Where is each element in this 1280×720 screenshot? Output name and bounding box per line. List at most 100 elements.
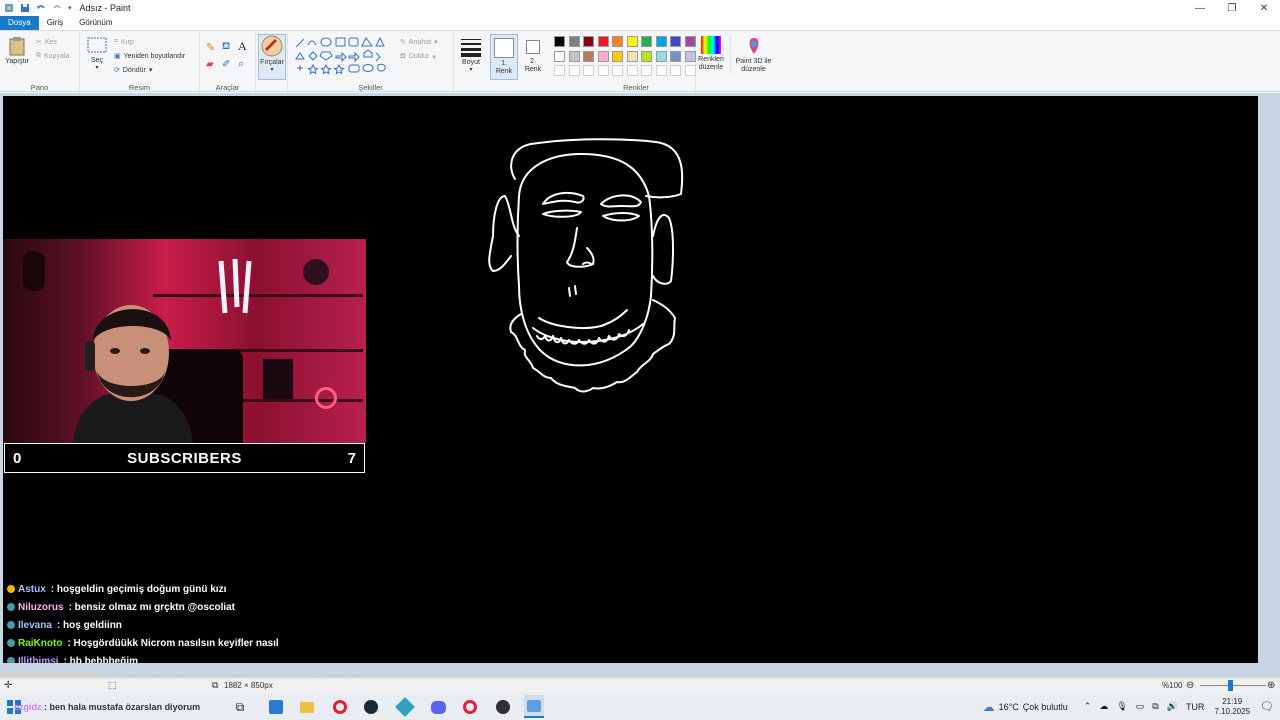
taskbar-paint[interactable] (524, 695, 544, 718)
palette-empty-swatch[interactable] (670, 65, 681, 76)
notifications-icon[interactable]: 🗨 (1260, 700, 1274, 713)
palette-swatch[interactable] (655, 50, 667, 62)
undo-icon[interactable] (36, 3, 46, 13)
paint3d-button[interactable]: Paint 3D ile düzenle (730, 36, 776, 74)
shapes-gallery-icon[interactable] (294, 37, 396, 75)
tools-group: ✎ ⛾ A ▰ ✐ ⌕ Araçlar (200, 31, 256, 93)
palette-swatch[interactable] (583, 50, 594, 62)
language-indicator[interactable]: TUR (1186, 702, 1205, 712)
microphone-icon[interactable]: 🎙 (1116, 701, 1127, 712)
palette-empty-swatch[interactable] (583, 65, 594, 76)
taskbar-opera[interactable] (460, 697, 480, 717)
maximize-button[interactable]: ❐ (1216, 0, 1248, 16)
brushes-dropdown-icon: ▾ (270, 67, 274, 73)
taskbar-file-explorer[interactable] (297, 697, 317, 717)
color2-button[interactable]: 2. Renk (520, 34, 546, 80)
taskbar-obs[interactable] (493, 697, 513, 717)
zoom-in-button[interactable]: ⊕ (1267, 680, 1275, 691)
user-badge-icon (7, 585, 15, 593)
drawing-canvas[interactable]: 0 SUBSCRIBERS 7 Astux: hoşgeldin geçimiş… (3, 96, 1258, 663)
palette-empty-swatch[interactable] (626, 65, 638, 76)
rotate-button[interactable]: ⟳ Döndür ▾ (114, 66, 152, 75)
fill-button[interactable]: ⛾ Doldur ▾ (400, 52, 436, 61)
palette-swatch[interactable] (641, 36, 652, 47)
tab-view[interactable]: Görünüm (71, 16, 120, 30)
close-button[interactable]: ✕ (1248, 0, 1280, 16)
taskbar-app-2[interactable] (395, 697, 415, 717)
minimize-button[interactable]: — (1184, 0, 1216, 16)
network-icon[interactable]: ⧉ (1152, 701, 1158, 712)
palette-swatch[interactable] (554, 50, 565, 62)
palette-swatch[interactable] (626, 36, 638, 47)
weather-temp[interactable]: 16°C (999, 702, 1019, 712)
taskbar-opera-gx[interactable] (330, 697, 350, 717)
palette-swatch[interactable] (670, 36, 681, 47)
palette-swatch[interactable] (568, 50, 580, 62)
palette-swatch[interactable] (568, 36, 580, 47)
size-dropdown-icon: ▾ (469, 67, 473, 73)
copy-button[interactable]: ⧉ Kopyala (36, 52, 69, 60)
crop-button[interactable]: ⌗ Kırp (114, 38, 134, 46)
monster-logo-icon (218, 259, 252, 314)
palette-swatch[interactable] (554, 36, 565, 47)
palette-swatch[interactable] (597, 50, 609, 62)
zoom-level: %100 (1162, 681, 1183, 690)
selection-size-icon: ⬚ (108, 680, 117, 690)
eraser-icon[interactable]: ▰ (206, 59, 214, 70)
brushes-button[interactable]: Fırçalar ▾ (258, 34, 286, 80)
cut-button[interactable]: ✂ Kes (36, 38, 57, 47)
palette-empty-swatch[interactable] (655, 65, 667, 76)
chat-username: Ilevana (18, 619, 52, 631)
zoom-out-button[interactable]: ⊖ (1186, 680, 1194, 691)
taskbar-app-1[interactable] (266, 697, 286, 717)
display-icon[interactable]: ▭ (1136, 701, 1145, 712)
palette-swatch[interactable] (670, 50, 681, 62)
tools-group-label: Araçlar (215, 83, 240, 92)
tab-file[interactable]: Dosya (0, 16, 39, 30)
palette-empty-swatch[interactable] (641, 65, 652, 76)
tab-home[interactable]: Giriş (39, 16, 71, 30)
taskbar-steam[interactable] (361, 697, 381, 717)
redo-icon[interactable] (52, 3, 62, 13)
palette-empty-swatch[interactable] (612, 65, 623, 76)
discord-icon (430, 700, 446, 714)
copy-icon: ⧉ (36, 52, 41, 59)
zoom-slider[interactable] (1200, 685, 1266, 686)
palette-swatch[interactable] (655, 36, 667, 47)
clock[interactable]: 21:19 7.10.2025 (1214, 697, 1250, 717)
volume-icon[interactable]: 🔊 (1167, 701, 1178, 712)
palette-swatch[interactable] (612, 36, 623, 47)
palette-swatch[interactable] (641, 50, 652, 62)
edit-colors-button[interactable]: Renkleri düzenle (694, 36, 728, 72)
fill-bucket-icon[interactable]: ⛾ (222, 41, 230, 54)
cloud-icon[interactable]: ☁ (1099, 701, 1108, 712)
crop-icon: ⌗ (114, 38, 118, 45)
palette-swatch[interactable] (612, 50, 623, 62)
color-picker-icon[interactable]: ✐ (222, 59, 230, 70)
paste-button[interactable]: Yapıştır (4, 36, 30, 65)
weather-text[interactable]: Çok bulutlu (1023, 702, 1068, 712)
size-button[interactable]: Boyut ▾ (458, 37, 484, 73)
paste-label: Yapıştır (5, 58, 29, 65)
magnifier-icon[interactable]: ⌕ (238, 58, 244, 71)
paint3d-icon (749, 38, 758, 54)
palette-empty-swatch[interactable] (597, 65, 609, 76)
resize-button[interactable]: ▣ Yeniden boyutlandır (114, 52, 185, 61)
save-icon[interactable] (20, 3, 30, 13)
palette-empty-swatch[interactable] (554, 65, 565, 76)
chevron-up-icon[interactable]: ⌃ (1084, 701, 1092, 712)
color1-button[interactable]: 1. Renk (490, 34, 518, 80)
palette-swatch[interactable] (583, 36, 594, 47)
pencil-icon[interactable]: ✎ (206, 41, 215, 54)
palette-swatch[interactable] (597, 36, 609, 47)
taskbar-discord[interactable] (428, 697, 448, 717)
outline-button[interactable]: ✎ Anahat ▾ (400, 38, 438, 47)
palette-swatch[interactable] (626, 50, 638, 62)
text-tool-icon[interactable]: A (238, 39, 247, 54)
palette-empty-swatch[interactable] (568, 65, 580, 76)
zoom-slider-thumb[interactable] (1228, 680, 1233, 691)
rotate-label: Döndür (122, 66, 146, 74)
select-button[interactable]: Seç ▾ (86, 37, 108, 71)
quick-access-dropdown-icon[interactable]: ▾ (68, 4, 72, 12)
task-view-button[interactable]: ⧉ (230, 697, 250, 717)
